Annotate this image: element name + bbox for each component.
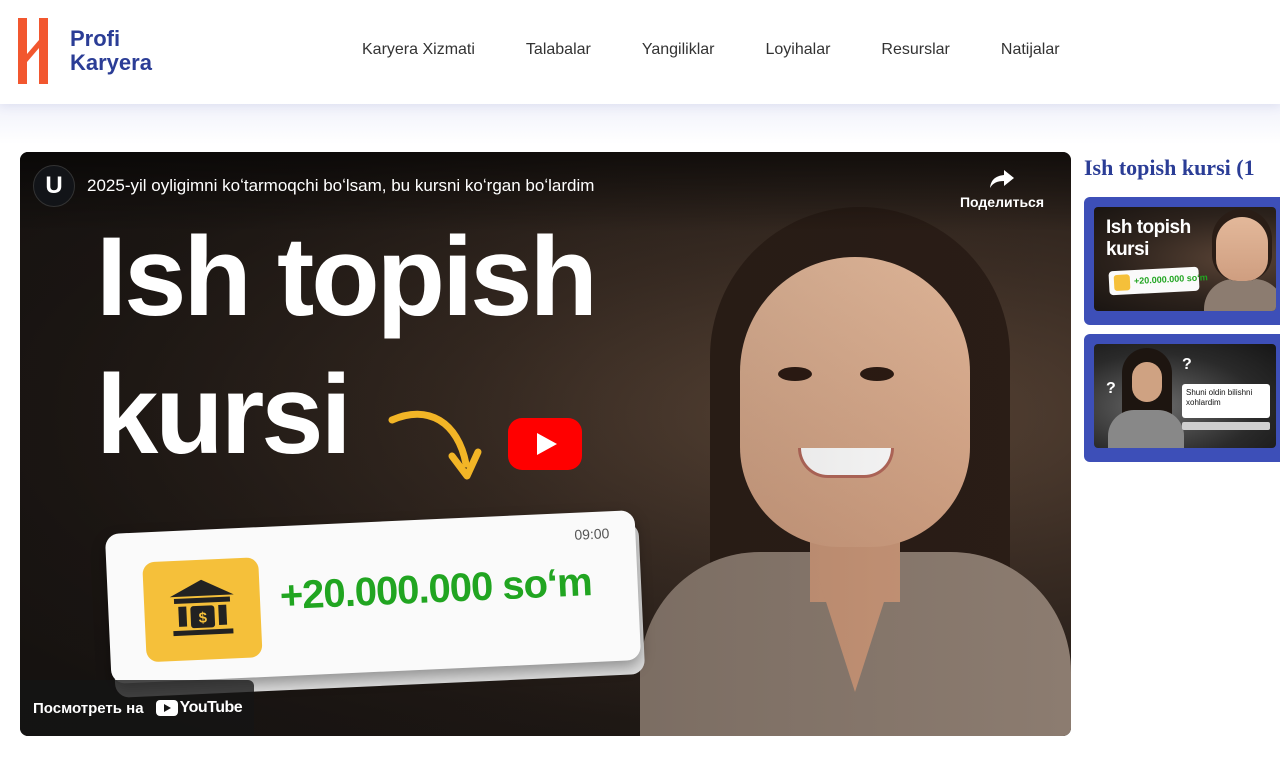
nav-loyihalar[interactable]: Loyihalar	[765, 41, 830, 59]
bank-icon: $	[142, 557, 263, 663]
youtube-video-player[interactable]: U 2025-yil oyligimni koʻtarmoqchi boʻlsa…	[20, 152, 1071, 736]
thumb1-person-face	[1216, 217, 1268, 281]
thumbnail-headline-line2: kursi	[96, 352, 352, 477]
nav-talabalar[interactable]: Talabalar	[526, 41, 591, 59]
youtube-play-button[interactable]	[508, 418, 582, 470]
curved-arrow-icon	[388, 410, 482, 480]
logo-text: Profi Karyera	[70, 27, 152, 75]
nav-resurslar[interactable]: Resurslar	[881, 41, 949, 59]
notification-time: 09:00	[573, 525, 610, 543]
site-logo[interactable]: Profi Karyera	[18, 18, 152, 84]
thumb1-card: +20.000.000 soʻm	[1108, 266, 1208, 296]
channel-avatar[interactable]: U	[33, 165, 75, 207]
thumb1-amount: +20.000.000 soʻm	[1133, 272, 1208, 287]
thumb2-person-face	[1132, 362, 1162, 402]
share-arrow-icon	[990, 170, 1014, 188]
video-thumbnail-2[interactable]: ? ? Shuni oldin bilishni xohlardim	[1094, 344, 1276, 448]
thumb2-speech-bubble: Shuni oldin bilishni xohlardim	[1182, 384, 1270, 418]
notification-card: $ 09:00 +20.000.000 soʻm	[104, 510, 642, 684]
sidebar-title: Ish topish kursi (1	[1084, 155, 1255, 180]
site-header: Profi Karyera Karyera Xizmati Talabalar …	[0, 0, 1280, 104]
logo-line1: Profi	[70, 26, 121, 51]
video-thumbnail-1[interactable]: Ish topish kursi +20.000.000 soʻm	[1094, 207, 1276, 311]
thumb1-title-line2: kursi	[1106, 239, 1149, 260]
youtube-play-mini-icon	[155, 700, 178, 716]
nav-natijalar[interactable]: Natijalar	[1001, 41, 1060, 59]
playlist-item-2[interactable]: ? ? Shuni oldin bilishni xohlardim	[1084, 334, 1280, 462]
thumb1-bank-icon	[1113, 274, 1131, 292]
playlist-item-1[interactable]: Ish topish kursi +20.000.000 soʻm	[1084, 197, 1280, 325]
watch-on-youtube-button[interactable]: Посмотреть на YouTube	[20, 680, 254, 736]
question-mark-icon: ?	[1106, 380, 1116, 397]
watch-on-label: Посмотреть на	[33, 699, 144, 717]
header-shadow-band	[0, 104, 1280, 144]
notification-amount: +20.000.000 soʻm	[278, 560, 593, 619]
nav-karyera-xizmati[interactable]: Karyera Xizmati	[362, 41, 475, 59]
logo-mark-icon	[18, 18, 48, 84]
youtube-logo-icon: YouTube	[155, 699, 243, 717]
thumb2-person-body	[1108, 410, 1184, 448]
thumbnail-headline-line1: Ish topish	[96, 214, 598, 339]
youtube-wordmark: YouTube	[179, 699, 243, 716]
logo-line2: Karyera	[70, 50, 152, 75]
share-button[interactable]: Поделиться	[954, 168, 1050, 212]
svg-text:$: $	[198, 610, 208, 627]
video-title[interactable]: 2025-yil oyligimni koʻtarmoqchi boʻlsam,…	[87, 176, 594, 196]
share-label: Поделиться	[959, 194, 1045, 210]
thumb2-caption-strip	[1182, 422, 1270, 430]
thumb1-person-shirt	[1204, 279, 1276, 311]
question-mark-icon-2: ?	[1182, 356, 1192, 373]
nav-yangiliklar[interactable]: Yangiliklar	[642, 41, 715, 59]
thumb1-title: Ish topish kursi	[1106, 217, 1191, 261]
thumb1-title-line1: Ish topish	[1106, 217, 1191, 238]
main-nav: Karyera Xizmati Talabalar Yangiliklar Lo…	[362, 41, 1111, 59]
